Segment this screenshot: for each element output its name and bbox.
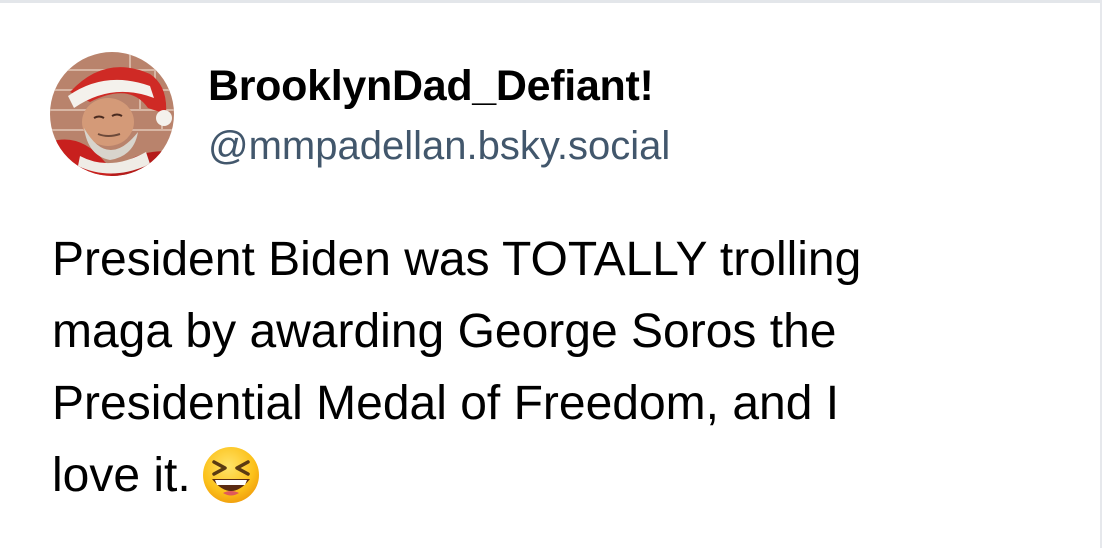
author-handle[interactable]: @mmpadellan.bsky.social [208, 121, 670, 171]
post-text-line: President Biden was TOTALLY trolling [52, 233, 862, 286]
author-avatar[interactable] [50, 52, 174, 176]
post-text: President Biden was TOTALLY trolling mag… [52, 224, 1052, 512]
post-text-line: maga by awarding George Soros the [52, 305, 837, 358]
avatar-image [50, 52, 174, 176]
laughing-emoji-icon [201, 445, 261, 505]
top-divider [0, 0, 1102, 3]
post-text-last-line: love it. [52, 440, 1052, 512]
post-text-line: Presidential Medal of Freedom, and I [52, 377, 840, 430]
author-display-name[interactable]: BrooklynDad_Defiant! [208, 60, 654, 112]
post-text-line: love it. [52, 449, 191, 502]
